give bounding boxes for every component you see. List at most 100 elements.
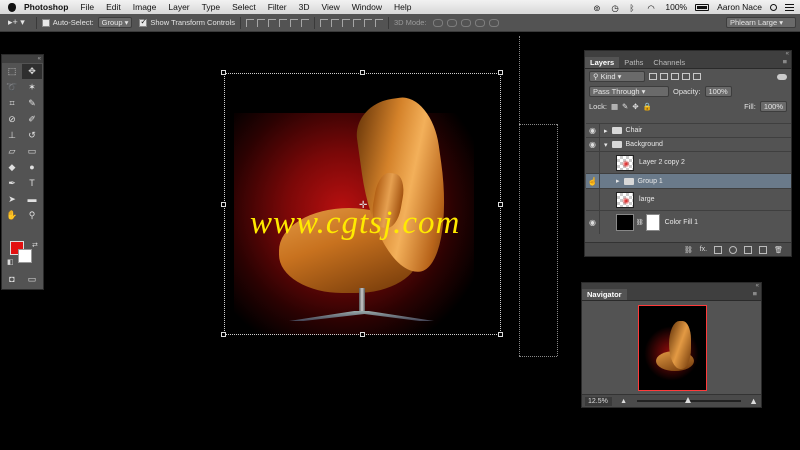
panel-menu-icon[interactable]: ≡ [753, 289, 761, 300]
type-filter-icon[interactable] [671, 73, 679, 80]
align-top-icon[interactable] [246, 18, 254, 27]
spotlight-search-icon[interactable] [770, 3, 777, 11]
distribute-left-icon[interactable] [353, 18, 361, 27]
brush-tool-icon[interactable]: ✐ [22, 112, 42, 127]
hand-tool-icon[interactable]: ✋ [2, 208, 22, 223]
new-layer-icon[interactable] [759, 245, 768, 254]
lock-transparent-icon[interactable]: ▦ [611, 102, 618, 111]
type-tool-icon[interactable]: T [22, 176, 42, 191]
align-bottom-icon[interactable] [268, 18, 276, 27]
move-tool-preset-icon[interactable]: ▸+ ▾ [8, 17, 25, 28]
menu-image[interactable]: Image [133, 2, 157, 12]
tab-layers[interactable]: Layers [585, 57, 620, 68]
transform-handle[interactable] [498, 332, 503, 337]
trash-icon[interactable]: 🗑 [774, 246, 783, 254]
menu-view[interactable]: View [321, 2, 339, 12]
transform-bounding-box[interactable] [224, 73, 501, 335]
3d-roll-icon[interactable] [446, 18, 457, 27]
smart-object-filter-icon[interactable] [693, 73, 701, 80]
distribute-top-icon[interactable] [320, 18, 328, 27]
transform-handle[interactable] [221, 332, 226, 337]
creative-cloud-icon[interactable]: ⊚ [593, 3, 603, 13]
link-layers-icon[interactable]: ⛓ [684, 246, 693, 254]
align-vcenter-icon[interactable] [257, 18, 265, 27]
layer-row-color-fill-1[interactable]: ◉ ⛓ Color Fill 1 [586, 210, 791, 234]
expand-arrow-icon[interactable]: ▸ [616, 177, 620, 185]
app-menu[interactable]: Photoshop [24, 2, 68, 12]
menu-edit[interactable]: Edit [106, 2, 121, 12]
quick-mask-icon[interactable]: ◘ [2, 272, 22, 287]
screen-mode-icon[interactable]: ▭ [22, 272, 42, 287]
background-color-swatch[interactable] [18, 249, 32, 263]
layer-row-group-1[interactable]: ☝ ▸ Group 1 [586, 173, 791, 188]
visibility-eye-icon[interactable]: ☝ [586, 174, 600, 188]
menu-file[interactable]: File [80, 2, 94, 12]
filter-toggle[interactable] [777, 73, 787, 80]
tab-channels[interactable]: Channels [648, 57, 690, 68]
menu-3d[interactable]: 3D [299, 2, 310, 12]
align-right-icon[interactable] [301, 18, 309, 27]
layer-row-layer-2-copy-2[interactable]: Layer 2 copy 2 [586, 151, 791, 173]
adjustment-layer-icon[interactable] [729, 245, 738, 254]
visibility-eye-icon[interactable]: ◉ [586, 138, 600, 151]
wifi-icon[interactable]: ◠ [647, 3, 657, 13]
zoom-slider[interactable] [637, 397, 742, 403]
eraser-tool-icon[interactable]: ▱ [2, 144, 22, 159]
clone-stamp-icon[interactable]: ⊥ [2, 128, 22, 143]
zoom-field[interactable]: 12.5% [585, 396, 613, 406]
healing-brush-icon[interactable]: ⊘ [2, 112, 22, 127]
auto-select-checkbox[interactable] [41, 18, 50, 27]
marquee-tool-icon[interactable]: ⬚ [2, 64, 22, 79]
lock-pixels-icon[interactable]: ✎ [622, 102, 628, 111]
tab-navigator[interactable]: Navigator [582, 289, 627, 300]
3d-slide-icon[interactable] [474, 18, 485, 27]
visibility-off-box[interactable] [586, 152, 600, 173]
add-mask-icon[interactable] [714, 245, 723, 254]
lock-position-icon[interactable]: ✥ [632, 102, 638, 111]
apple-icon[interactable] [8, 2, 16, 12]
gradient-tool-icon[interactable]: ▭ [22, 144, 42, 159]
menu-type[interactable]: Type [202, 2, 220, 12]
eyedropper-icon[interactable]: ✎ [22, 96, 42, 111]
distribute-right-icon[interactable] [375, 18, 383, 27]
menu-help[interactable]: Help [394, 2, 411, 12]
dodge-tool-icon[interactable]: ● [22, 160, 42, 175]
visibility-eye-icon[interactable]: ◉ [586, 124, 600, 137]
blur-tool-icon[interactable]: ◆ [2, 160, 22, 175]
layer-row-background[interactable]: ◉ ▾ Background [586, 137, 791, 151]
visibility-eye-icon[interactable]: ◉ [586, 211, 600, 234]
menu-filter[interactable]: Filter [268, 2, 287, 12]
align-hcenter-icon[interactable] [290, 18, 298, 27]
panel-menu-icon[interactable]: ≡ [783, 57, 791, 68]
bluetooth-icon[interactable]: ᛒ [629, 3, 639, 13]
swap-colors-icon[interactable]: ⇄ [32, 241, 38, 249]
show-transform-checkbox[interactable] [139, 17, 148, 27]
history-brush-icon[interactable]: ↺ [22, 128, 42, 143]
toolbox-header[interactable]: « [2, 55, 43, 63]
workspace-dropdown[interactable]: Phlearn Large ▾ [726, 17, 796, 28]
tab-paths[interactable]: Paths [619, 57, 648, 68]
battery-icon[interactable] [695, 3, 710, 11]
pixel-filter-icon[interactable] [649, 73, 657, 80]
align-left-icon[interactable] [279, 18, 287, 27]
auto-select-dropdown[interactable]: Group ▾ [97, 17, 133, 28]
new-group-icon[interactable] [744, 245, 753, 254]
blend-mode-dropdown[interactable]: Pass Through ▾ [589, 86, 669, 97]
distribute-bottom-icon[interactable] [342, 18, 350, 27]
menu-layer[interactable]: Layer [168, 2, 189, 12]
path-selection-icon[interactable]: ➤ [2, 192, 22, 207]
zoom-out-icon[interactable]: ▲ [620, 398, 627, 405]
chain-link-icon[interactable]: ⛓ [636, 219, 644, 226]
fx-icon[interactable]: fx. [700, 246, 707, 253]
opacity-field[interactable]: 100% [704, 86, 732, 97]
3d-drag-icon[interactable] [460, 18, 471, 27]
notification-center-icon[interactable] [785, 3, 794, 11]
distribute-hcenter-icon[interactable] [364, 18, 372, 27]
shape-tool-icon[interactable]: ▬ [22, 192, 42, 207]
transform-handle[interactable] [498, 202, 503, 207]
zoom-tool-icon[interactable]: ⚲ [22, 208, 42, 223]
transform-handle[interactable] [221, 70, 226, 75]
user-name[interactable]: Aaron Nace [717, 2, 762, 12]
3d-rotate-icon[interactable] [432, 18, 443, 27]
layer-row-chair[interactable]: ◉ ▸ Chair [586, 123, 791, 137]
